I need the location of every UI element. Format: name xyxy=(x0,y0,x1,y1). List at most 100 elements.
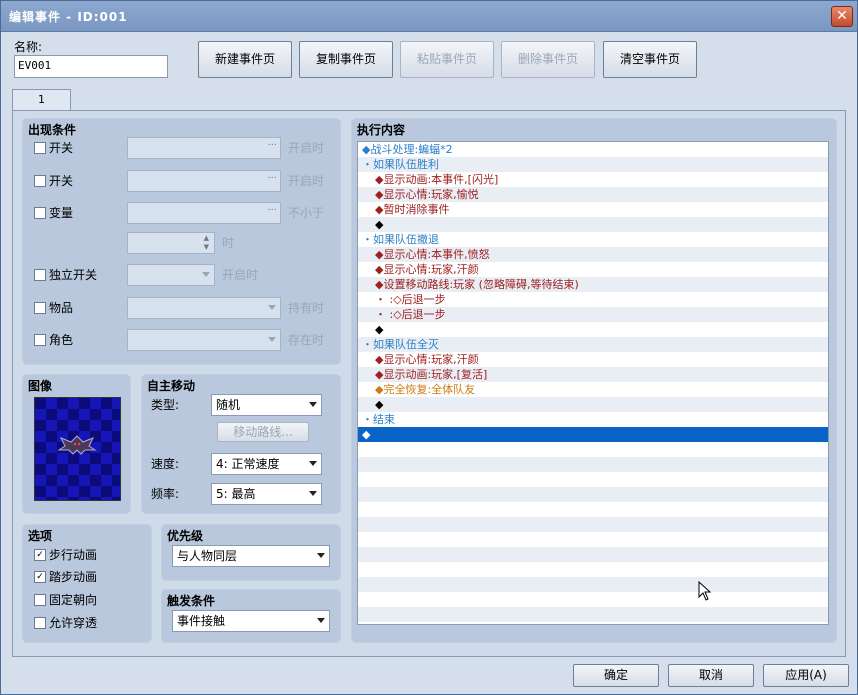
move-type-select[interactable]: 随机 xyxy=(211,394,322,416)
frequency-select[interactable]: 5: 最高 xyxy=(211,483,322,505)
command-row[interactable]: ◆ xyxy=(358,397,828,412)
command-row-empty[interactable] xyxy=(358,532,828,547)
command-row[interactable]: ・ :◇后退一步 xyxy=(358,292,828,307)
command-text: ◆战斗处理:蝙蝠*2 xyxy=(362,143,453,156)
copy-page-button[interactable]: 复制事件页 xyxy=(299,41,393,78)
name-input[interactable]: EV001 xyxy=(14,55,168,78)
command-list[interactable]: ◆战斗处理:蝙蝠*2 ・如果队伍胜利 ◆显示动画:本事件,[闪光] ◆显示心情:玩家,… xyxy=(357,141,829,625)
command-row-empty[interactable] xyxy=(358,517,828,532)
name-label: 名称: xyxy=(14,40,43,54)
command-row-empty[interactable] xyxy=(358,577,828,592)
ellipsis-icon: ··· xyxy=(267,173,277,184)
contents-title: 执行内容 xyxy=(357,123,406,137)
speed-select[interactable]: 4: 正常速度 xyxy=(211,453,322,475)
command-row-empty[interactable] xyxy=(358,562,828,577)
command-row[interactable]: ◆显示心情:玩家,汗颜 xyxy=(358,262,828,277)
new-page-button[interactable]: 新建事件页 xyxy=(198,41,292,78)
command-row[interactable]: ◆暂时消除事件 xyxy=(358,202,828,217)
command-text: ◆暂时消除事件 xyxy=(375,203,450,216)
command-row[interactable]: ◆显示心情:玩家,汗颜 xyxy=(358,352,828,367)
chevron-down-icon xyxy=(317,553,325,558)
paste-page-button[interactable]: 粘贴事件页 xyxy=(400,41,494,78)
clear-page-button[interactable]: 清空事件页 xyxy=(603,41,697,78)
ok-button[interactable]: 确定 xyxy=(573,664,659,687)
self-switch-suffix: 开启时 xyxy=(222,268,259,282)
move-type-label: 类型: xyxy=(151,398,180,412)
command-row-empty[interactable] xyxy=(358,502,828,517)
command-row[interactable]: ◆显示动画:玩家,[复活] xyxy=(358,367,828,382)
priority-select[interactable]: 与人物同层 xyxy=(172,545,330,567)
command-text: ◆ xyxy=(375,398,384,411)
move-type-value: 随机 xyxy=(216,398,241,412)
step-anim-checkbox[interactable]: ✓ xyxy=(34,571,46,583)
trigger-value: 事件接触 xyxy=(177,614,226,628)
command-row-empty[interactable] xyxy=(358,607,828,622)
command-row-empty[interactable] xyxy=(358,472,828,487)
command-text: ・ :◇后退一步 xyxy=(375,293,446,306)
apply-button[interactable]: 应用(A) xyxy=(763,664,849,687)
command-row[interactable]: ◆显示动画:本事件,[闪光] xyxy=(358,172,828,187)
command-row[interactable]: ◆显示心情:玩家,愉悦 xyxy=(358,187,828,202)
speed-label: 速度: xyxy=(151,457,180,471)
ellipsis-icon: ··· xyxy=(267,140,277,151)
command-row[interactable]: ◆ xyxy=(358,427,828,442)
actor-select[interactable] xyxy=(127,329,281,351)
tab-page-1[interactable]: 1 xyxy=(12,89,71,112)
switch2-checkbox[interactable] xyxy=(34,175,46,187)
title-bar[interactable]: 编辑事件 - ID:001 ✕ xyxy=(1,1,857,32)
command-row[interactable]: ◆ xyxy=(358,322,828,337)
cancel-button[interactable]: 取消 xyxy=(668,664,754,687)
self-switch-label: 独立开关 xyxy=(49,268,98,282)
command-text: ◆ xyxy=(375,323,384,336)
command-row[interactable]: ◆完全恢复:全体队友 xyxy=(358,382,828,397)
walk-anim-label: 步行动画 xyxy=(49,548,98,562)
command-row[interactable]: ◆设置移动路线:玩家 (忽略障碍,等待结束) xyxy=(358,277,828,292)
item-select[interactable] xyxy=(127,297,281,319)
move-route-button[interactable]: 移动路线... xyxy=(217,422,309,442)
item-checkbox[interactable] xyxy=(34,302,46,314)
direction-fix-label: 固定朝向 xyxy=(49,593,98,607)
variable-unit: 时 xyxy=(222,236,235,250)
command-row-empty[interactable] xyxy=(358,487,828,502)
command-text: ・如果队伍胜利 xyxy=(362,158,439,171)
priority-value: 与人物同层 xyxy=(177,549,238,563)
walk-anim-checkbox[interactable]: ✓ xyxy=(34,549,46,561)
command-row[interactable]: ・如果队伍胜利 xyxy=(358,157,828,172)
step-anim-label: 踏步动画 xyxy=(49,570,98,584)
delete-page-button[interactable]: 删除事件页 xyxy=(501,41,595,78)
close-button[interactable]: ✕ xyxy=(831,6,853,27)
command-row-empty[interactable] xyxy=(358,592,828,607)
variable-suffix: 不小于 xyxy=(288,206,325,220)
command-row[interactable]: ・如果队伍全灭 xyxy=(358,337,828,352)
trigger-select[interactable]: 事件接触 xyxy=(172,610,330,632)
conditions-title: 出现条件 xyxy=(28,123,77,137)
speed-value: 4: 正常速度 xyxy=(216,457,280,471)
command-row[interactable]: ・ :◇后退一步 xyxy=(358,307,828,322)
spinner-arrows-icon: ▲ ▼ xyxy=(203,234,209,251)
command-row-empty[interactable] xyxy=(358,457,828,472)
command-row[interactable]: ・如果队伍撤退 xyxy=(358,232,828,247)
switch2-field[interactable]: ··· xyxy=(127,170,281,192)
close-icon: ✕ xyxy=(836,8,848,24)
variable-checkbox[interactable] xyxy=(34,207,46,219)
event-graphic[interactable] xyxy=(34,397,121,501)
command-row[interactable]: ◆ xyxy=(358,217,828,232)
variable-field[interactable]: ··· xyxy=(127,202,281,224)
command-row-empty[interactable] xyxy=(358,442,828,457)
chevron-down-icon xyxy=(309,402,317,407)
switch1-checkbox[interactable] xyxy=(34,142,46,154)
switch2-suffix: 开启时 xyxy=(288,174,325,188)
direction-fix-checkbox[interactable] xyxy=(34,594,46,606)
switch1-field[interactable]: ··· xyxy=(127,137,281,159)
self-switch-checkbox[interactable] xyxy=(34,269,46,281)
actor-checkbox[interactable] xyxy=(34,334,46,346)
command-row[interactable]: ◆战斗处理:蝙蝠*2 xyxy=(358,142,828,157)
command-row[interactable]: ・结束 xyxy=(358,412,828,427)
through-checkbox[interactable] xyxy=(34,617,46,629)
command-row-empty[interactable] xyxy=(358,547,828,562)
variable-value-spinner[interactable]: ▲ ▼ xyxy=(127,232,215,254)
command-row[interactable]: ◆显示心情:本事件,愤怒 xyxy=(358,247,828,262)
command-text: ◆完全恢复:全体队友 xyxy=(375,383,476,396)
chevron-down-icon xyxy=(317,618,325,623)
self-switch-select[interactable] xyxy=(127,264,215,286)
